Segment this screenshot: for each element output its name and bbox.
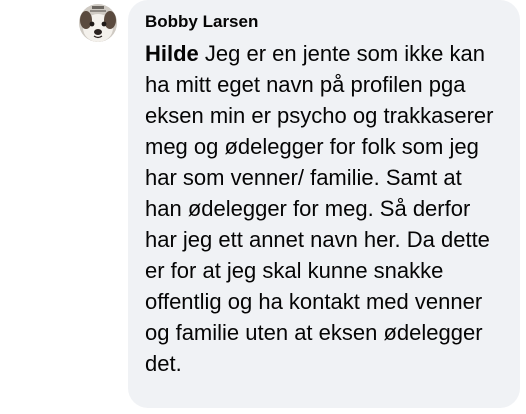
author-name[interactable]: Bobby Larsen (145, 12, 504, 32)
comment-bubble: Bobby Larsen Hilde Jeg er en jente som i… (128, 0, 520, 408)
comment: Bobby Larsen Hilde Jeg er en jente som i… (0, 0, 526, 414)
comment-text: Hilde Jeg er en jente som ikke kan ha mi… (145, 38, 504, 379)
comment-body: Jeg er en jente som ikke kan ha mitt ege… (145, 41, 494, 376)
mention-tag[interactable]: Hilde (145, 41, 199, 66)
avatar[interactable] (79, 4, 117, 42)
dog-face-icon (79, 4, 117, 42)
